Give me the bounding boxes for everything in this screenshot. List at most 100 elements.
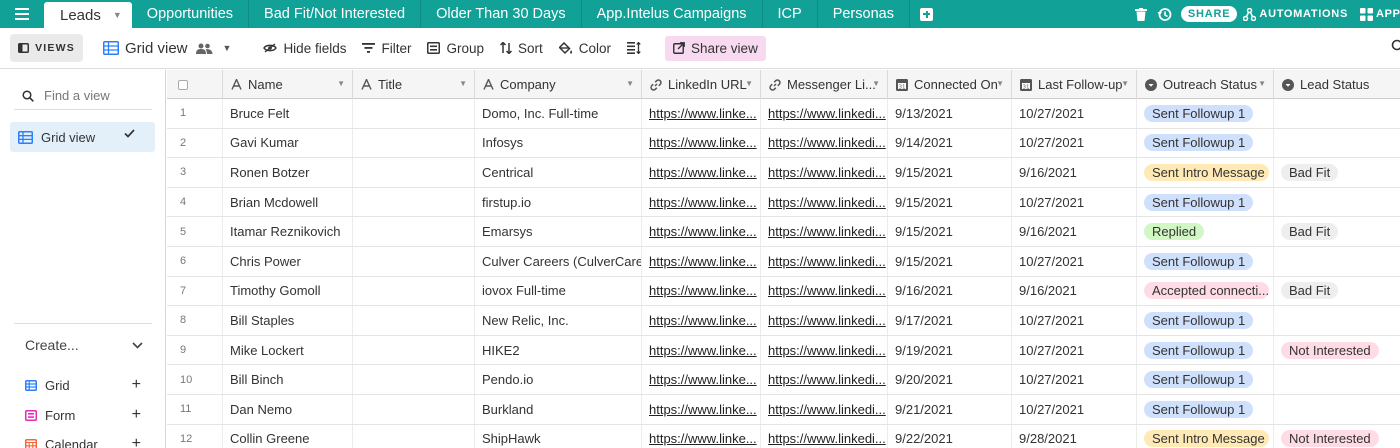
- cell-lead[interactable]: [1274, 129, 1400, 158]
- table-row[interactable]: 12 Collin Greene ShipHawk https://www.linke…: [167, 424, 1400, 448]
- share-view-button[interactable]: Share view: [665, 35, 766, 61]
- cell-messenger[interactable]: https://www.linkedi...: [761, 99, 888, 128]
- cell-followup[interactable]: 10/27/2021: [1012, 187, 1137, 217]
- apps-button[interactable]: APPS: [1360, 7, 1400, 21]
- tab-personas[interactable]: Personas: [818, 0, 910, 28]
- table-row[interactable]: 11 Dan Nemo Burkland https://www.linke... ht…: [167, 394, 1400, 425]
- select-all-checkbox[interactable]: [167, 70, 223, 99]
- cell-lead[interactable]: Bad Fit: [1274, 158, 1400, 187]
- trash-button[interactable]: [1129, 0, 1153, 28]
- cell-title[interactable]: [353, 128, 475, 158]
- cell-name[interactable]: Bruce Felt: [223, 99, 353, 128]
- cell-connected[interactable]: 9/16/2021: [888, 276, 1012, 306]
- table-row[interactable]: 5 Itamar Reznikovich Emarsys https://www.li…: [167, 217, 1400, 247]
- cell-lead[interactable]: [1274, 99, 1400, 128]
- cell-messenger[interactable]: https://www.linkedi...: [761, 276, 888, 306]
- cell-company[interactable]: Culver Careers (CulverCare...: [475, 246, 642, 276]
- cell-lead[interactable]: [1274, 247, 1400, 276]
- table-row[interactable]: 4 Brian Mcdowell firstup.io https://www.lin…: [167, 187, 1400, 218]
- cell-connected[interactable]: 9/22/2021: [888, 424, 1012, 448]
- search-button[interactable]: [1390, 39, 1400, 55]
- column-header-lead[interactable]: Lead Status: [1274, 70, 1400, 99]
- cell-company[interactable]: ShipHawk: [475, 424, 642, 448]
- cell-connected[interactable]: 9/21/2021: [888, 394, 1012, 424]
- cell-linkedin[interactable]: https://www.linke...: [642, 335, 761, 365]
- table-row[interactable]: 10 Bill Binch Pendo.io https://www.linke...…: [167, 365, 1400, 395]
- column-header-messenger[interactable]: Messenger Li... ▼: [761, 70, 888, 99]
- cell-company[interactable]: Infosys: [475, 128, 642, 158]
- cell-connected[interactable]: 9/17/2021: [888, 306, 1012, 335]
- cell-connected[interactable]: 9/20/2021: [888, 365, 1012, 394]
- create-calendar-view[interactable]: Calendar +: [25, 435, 141, 448]
- cell-title[interactable]: [353, 99, 475, 128]
- cell-company[interactable]: HIKE2: [475, 335, 642, 365]
- cell-title[interactable]: [353, 217, 475, 246]
- cell-company[interactable]: Domo, Inc. Full-time: [475, 99, 642, 128]
- cell-followup[interactable]: 10/27/2021: [1012, 394, 1137, 424]
- cell-title[interactable]: [353, 394, 475, 424]
- add-table-button[interactable]: [910, 0, 944, 28]
- cell-lead[interactable]: [1274, 365, 1400, 394]
- row-height-button[interactable]: [619, 34, 655, 62]
- cell-followup[interactable]: 9/16/2021: [1012, 158, 1137, 187]
- filter-button[interactable]: Filter: [354, 34, 419, 62]
- column-header-followup[interactable]: 31 Last Follow-up ▼: [1012, 70, 1137, 99]
- cell-lead[interactable]: Bad Fit: [1274, 277, 1400, 306]
- table-row[interactable]: 9 Mike Lockert HIKE2 https://www.linke... ht…: [167, 335, 1400, 366]
- tab-icp[interactable]: ICP: [763, 0, 818, 28]
- cell-company[interactable]: Burkland: [475, 394, 642, 424]
- cell-messenger[interactable]: https://www.linkedi...: [761, 246, 888, 276]
- cell-messenger[interactable]: https://www.linkedi...: [761, 335, 888, 365]
- column-header-linkedin[interactable]: LinkedIn URL ▼: [642, 70, 761, 99]
- cell-company[interactable]: New Relic, Inc.: [475, 306, 642, 335]
- cell-lead[interactable]: Bad Fit: [1274, 217, 1400, 246]
- table-row[interactable]: 1 Bruce Felt Domo, Inc. Full-time https://w…: [167, 99, 1400, 129]
- cell-messenger[interactable]: https://www.linkedi...: [761, 365, 888, 394]
- cell-followup[interactable]: 9/16/2021: [1012, 217, 1137, 246]
- cell-outreach[interactable]: Sent Followup 1: [1137, 99, 1274, 128]
- column-menu-chevron-icon[interactable]: ▼: [1258, 79, 1266, 88]
- history-button[interactable]: [1153, 0, 1177, 28]
- cell-company[interactable]: firstup.io: [475, 187, 642, 217]
- cell-followup[interactable]: 9/28/2021: [1012, 424, 1137, 448]
- column-header-company[interactable]: Company ▼: [475, 70, 642, 99]
- cell-linkedin[interactable]: https://www.linke...: [642, 246, 761, 276]
- cell-messenger[interactable]: https://www.linkedi...: [761, 306, 888, 335]
- cell-linkedin[interactable]: https://www.linke...: [642, 128, 761, 158]
- cell-linkedin[interactable]: https://www.linke...: [642, 306, 761, 335]
- view-switcher-button[interactable]: Grid view ▼: [97, 34, 237, 62]
- cell-title[interactable]: [353, 424, 475, 448]
- column-menu-chevron-icon[interactable]: ▼: [872, 79, 880, 88]
- table-row[interactable]: 8 Bill Staples New Relic, Inc. https://www.…: [167, 306, 1400, 336]
- cell-linkedin[interactable]: https://www.linke...: [642, 158, 761, 187]
- tab-older-than-30-days[interactable]: Older Than 30 Days: [421, 0, 582, 28]
- cell-lead[interactable]: [1274, 188, 1400, 217]
- cell-messenger[interactable]: https://www.linkedi...: [761, 158, 888, 187]
- tab-app-intelus-campaigns[interactable]: App.Intelus Campaigns: [582, 0, 763, 28]
- table-row[interactable]: 6 Chris Power Culver Careers (CulverCare..…: [167, 246, 1400, 277]
- column-header-title[interactable]: Title ▼: [353, 70, 475, 99]
- cell-name[interactable]: Bill Staples: [223, 306, 353, 335]
- cell-messenger[interactable]: https://www.linkedi...: [761, 424, 888, 448]
- sidebar-view-grid[interactable]: Grid view: [10, 122, 155, 152]
- cell-outreach[interactable]: Replied: [1137, 217, 1274, 246]
- cell-outreach[interactable]: Sent Intro Message: [1137, 158, 1274, 187]
- cell-name[interactable]: Collin Greene: [223, 424, 353, 448]
- cell-followup[interactable]: 9/16/2021: [1012, 276, 1137, 306]
- cell-title[interactable]: [353, 335, 475, 365]
- cell-outreach[interactable]: Sent Followup 1: [1137, 394, 1274, 424]
- cell-followup[interactable]: 10/27/2021: [1012, 99, 1137, 128]
- cell-company[interactable]: Pendo.io: [475, 365, 642, 394]
- cell-title[interactable]: [353, 187, 475, 217]
- cell-name[interactable]: Ronen Botzer: [223, 158, 353, 187]
- cell-linkedin[interactable]: https://www.linke...: [642, 365, 761, 394]
- hide-fields-button[interactable]: Hide fields: [255, 34, 354, 62]
- cell-followup[interactable]: 10/27/2021: [1012, 306, 1137, 335]
- cell-outreach[interactable]: Sent Followup 1: [1137, 187, 1274, 217]
- cell-name[interactable]: Mike Lockert: [223, 335, 353, 365]
- column-menu-chevron-icon[interactable]: ▼: [996, 79, 1004, 88]
- tab-opportunities[interactable]: Opportunities: [132, 0, 250, 28]
- cell-followup[interactable]: 10/27/2021: [1012, 365, 1137, 394]
- cell-followup[interactable]: 10/27/2021: [1012, 335, 1137, 365]
- cell-followup[interactable]: 10/27/2021: [1012, 246, 1137, 276]
